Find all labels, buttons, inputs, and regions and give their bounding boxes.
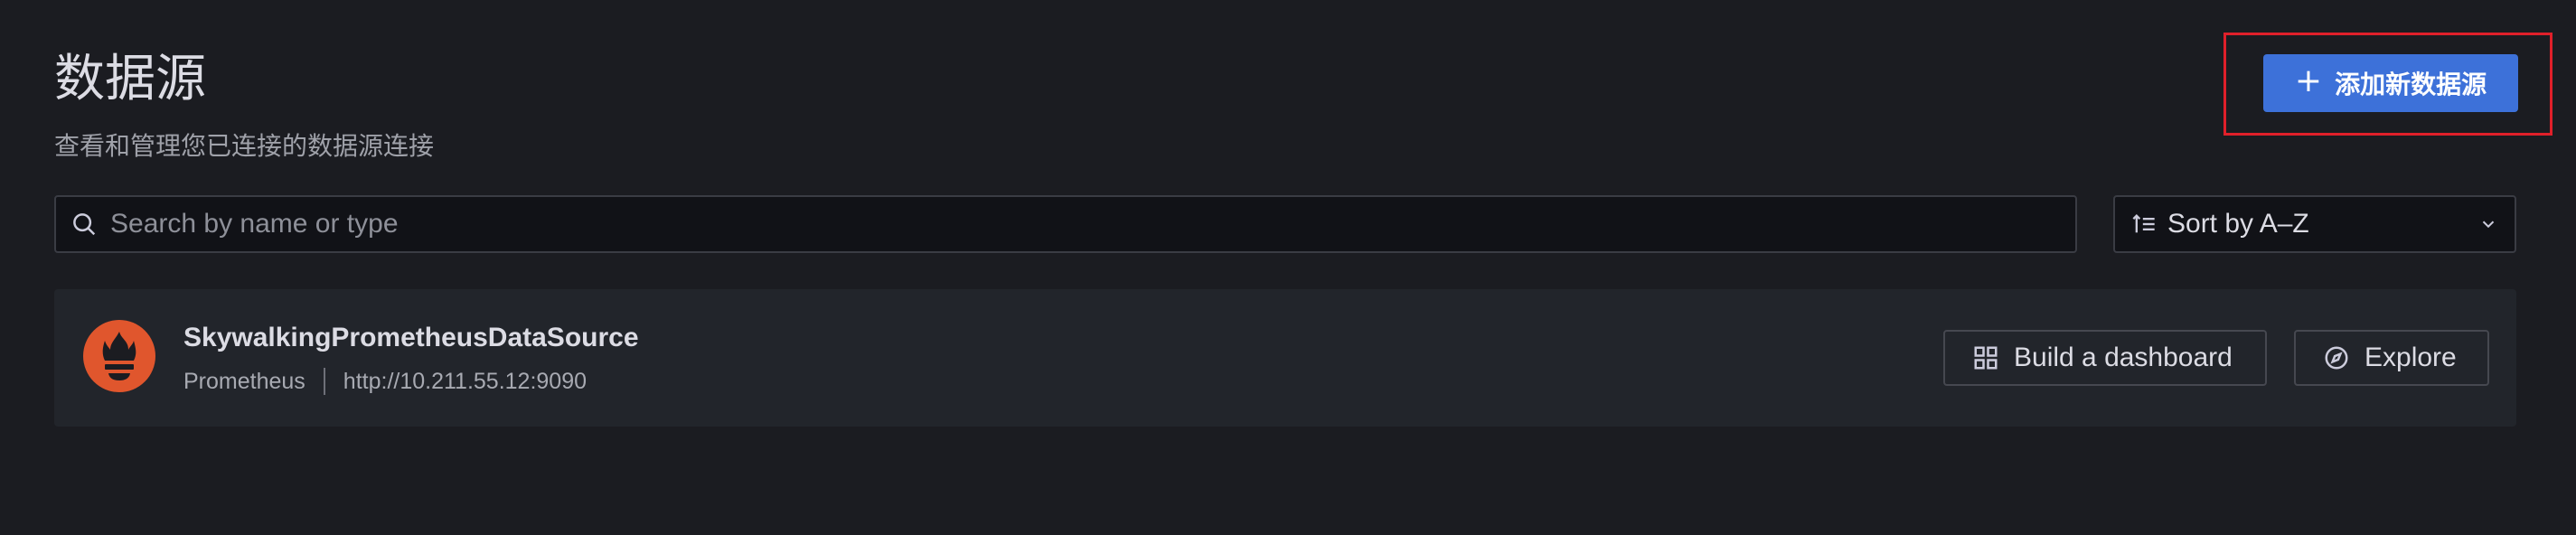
page-subtitle: 查看和管理您已连接的数据源连接 bbox=[54, 131, 435, 161]
grid-icon bbox=[1972, 344, 1999, 371]
page-title: 数据源 bbox=[54, 50, 206, 108]
add-datasource-label: 添加新数据源 bbox=[2335, 70, 2487, 99]
datasource-name[interactable]: SkywalkingPrometheusDataSource bbox=[183, 320, 639, 356]
build-dashboard-button[interactable]: Build a dashboard bbox=[1943, 330, 2267, 386]
sort-ascending-icon bbox=[2131, 211, 2157, 237]
meta-divider bbox=[323, 368, 325, 395]
datasource-meta: Prometheus http://10.211.55.12:9090 bbox=[183, 365, 587, 398]
search-icon bbox=[71, 211, 98, 238]
explore-button[interactable]: Explore bbox=[2294, 330, 2489, 386]
search-field[interactable] bbox=[54, 195, 2077, 253]
sort-select[interactable]: Sort by A–Z bbox=[2113, 195, 2516, 253]
sort-label: Sort by A–Z bbox=[2167, 209, 2309, 239]
build-dashboard-label: Build a dashboard bbox=[2014, 343, 2233, 372]
datasource-url: http://10.211.55.12:9090 bbox=[343, 369, 588, 394]
add-datasource-button[interactable]: + 添加新数据源 bbox=[2263, 54, 2518, 112]
chevron-down-icon bbox=[2478, 214, 2498, 234]
datasource-type: Prometheus bbox=[183, 369, 306, 394]
plus-icon: + bbox=[2294, 62, 2323, 99]
compass-icon bbox=[2323, 344, 2350, 371]
explore-label: Explore bbox=[2364, 343, 2457, 372]
prometheus-logo-icon bbox=[83, 320, 155, 392]
datasources-page: 数据源 查看和管理您已连接的数据源连接 + 添加新数据源 Sort by A–Z bbox=[0, 0, 2576, 535]
search-input[interactable] bbox=[108, 208, 2075, 240]
